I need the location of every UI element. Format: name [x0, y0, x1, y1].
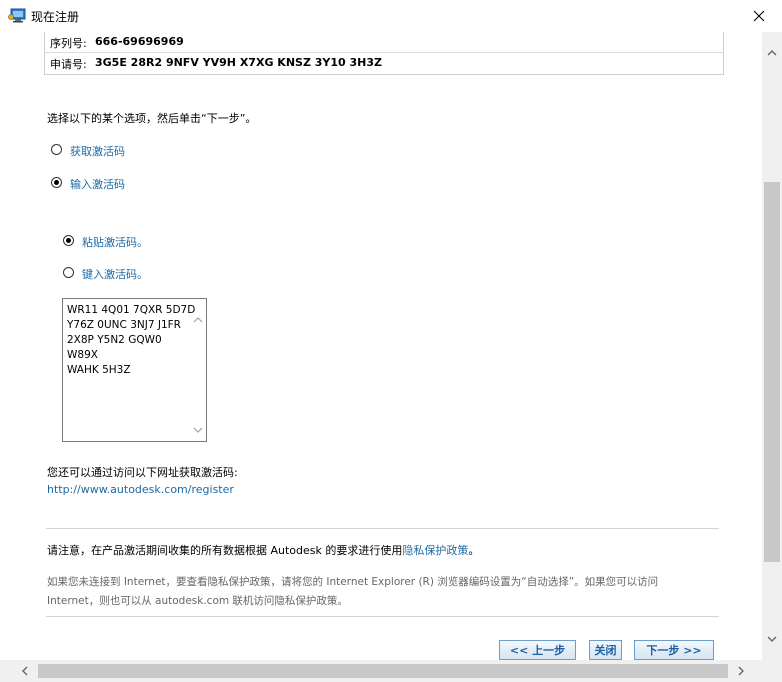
serial-number-value: 666-69696969 [95, 35, 184, 48]
instruction-text: 选择以下的某个选项，然后单击“下一步”。 [47, 112, 257, 125]
product-info-table: 序列号: 666-69696969 申请号: 3G5E 28R2 9NFV YV… [44, 32, 724, 75]
alternate-access-text: 您还可以通过访问以下网址获取激活码: [47, 466, 238, 479]
get-code-label[interactable]: 获取激活码 [70, 143, 125, 159]
serial-number-label: 序列号: [50, 37, 87, 50]
code-line: WAHK 5H3Z [67, 364, 131, 376]
monitor-key-icon [8, 8, 26, 23]
enter-code-radio[interactable] [51, 177, 62, 188]
privacy-policy-link[interactable]: 隐私保护政策 [402, 544, 468, 557]
code-line: 2X8P Y5N2 GQW0 [67, 334, 162, 346]
activation-code-textarea[interactable]: WR11 4Q01 7QXR 5D7D Y76Z 0UNC 3NJ7 J1FR … [62, 298, 207, 442]
serial-number-row: 序列号: 666-69696969 [45, 32, 723, 53]
close-window-button[interactable] [736, 0, 782, 32]
chevron-up-icon[interactable] [765, 46, 779, 60]
code-line: Y76Z 0UNC 3NJ7 J1FR [67, 319, 181, 331]
content-pane: 序列号: 666-69696969 申请号: 3G5E 28R2 9NFV YV… [0, 32, 762, 660]
scrollbar-corner [762, 660, 782, 682]
window-title: 现在注册 [31, 10, 80, 24]
vertical-scroll-thumb[interactable] [764, 182, 780, 562]
horizontal-scrollbar[interactable] [0, 660, 762, 682]
get-code-radio[interactable] [51, 144, 62, 155]
chevron-down-icon[interactable] [765, 632, 779, 646]
paste-code-label[interactable]: 粘贴激活码。 [82, 234, 148, 250]
back-button[interactable]: << 上一步 [499, 640, 576, 660]
request-code-row: 申请号: 3G5E 28R2 9NFV YV9H X7XG KNSZ 3Y10 … [45, 53, 723, 73]
divider [46, 528, 719, 529]
chevron-up-icon[interactable] [191, 313, 205, 327]
notice-period: 。 [468, 544, 480, 557]
horizontal-scroll-thumb[interactable] [38, 664, 728, 678]
title-bar: 现在注册 [0, 0, 782, 33]
privacy-notice-text: 请注意，在产品激活期间收集的所有数据根据 Autodesk 的要求进行使用 [47, 544, 403, 557]
chevron-right-icon[interactable] [734, 664, 748, 678]
chevron-left-icon[interactable] [18, 664, 32, 678]
type-code-radio[interactable] [63, 267, 74, 278]
divider [46, 616, 719, 617]
type-code-label[interactable]: 键入激活码。 [82, 266, 148, 282]
close-icon [753, 10, 765, 22]
enter-code-label[interactable]: 输入激活码 [70, 176, 125, 192]
code-line: W89X [67, 349, 98, 361]
register-link[interactable]: http://www.autodesk.com/register [47, 483, 234, 496]
internet-note-line2: Internet，则也可以从 autodesk.com 联机访问隐私保护政策。 [47, 595, 348, 607]
vertical-scrollbar[interactable] [762, 32, 782, 660]
request-code-label: 申请号: [50, 58, 87, 71]
next-button[interactable]: 下一步 >> [634, 640, 714, 660]
internet-note-line1: 如果您未连接到 Internet，要查看隐私保护政策，请将您的 Internet… [47, 576, 659, 588]
code-line: WR11 4Q01 7QXR 5D7D [67, 304, 196, 316]
paste-code-radio[interactable] [63, 235, 74, 246]
request-code-value: 3G5E 28R2 9NFV YV9H X7XG KNSZ 3Y10 3H3Z [95, 56, 383, 69]
close-button[interactable]: 关闭 [589, 640, 622, 660]
privacy-notice: 请注意，在产品激活期间收集的所有数据根据 Autodesk 的要求进行使用隐私保… [47, 542, 479, 558]
chevron-down-icon[interactable] [191, 423, 205, 437]
